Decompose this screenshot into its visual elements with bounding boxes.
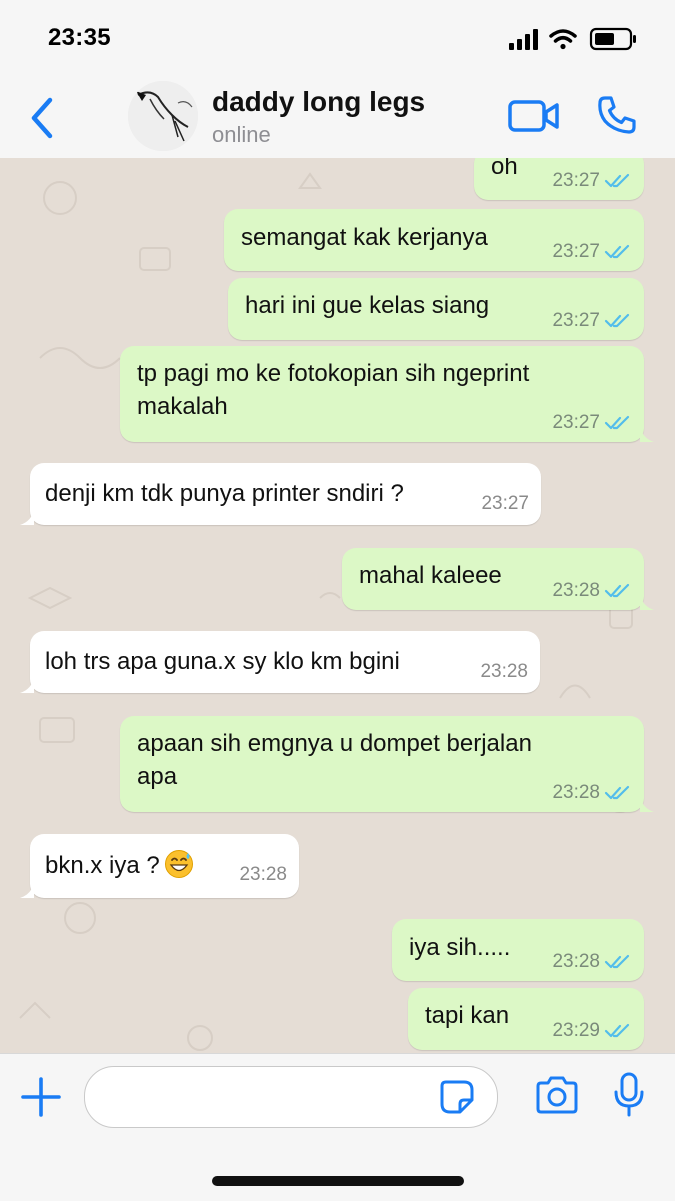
- message-time: 23:28: [239, 864, 287, 885]
- message-text: semangat kak kerjanya: [241, 224, 488, 251]
- message-outgoing[interactable]: tapi kan 23:29: [408, 988, 644, 1050]
- message-time: 23:29: [552, 1020, 600, 1041]
- message-text: denji km tdk punya printer sndiri ?: [45, 480, 404, 507]
- message-outgoing[interactable]: semangat kak kerjanya 23:27: [224, 209, 644, 271]
- status-bar: 23:35: [0, 0, 675, 78]
- message-time: 23:28: [552, 580, 600, 601]
- read-ticks-icon: [604, 173, 630, 188]
- message-text-content: bkn.x iya ?: [45, 852, 160, 879]
- message-time: 23:27: [552, 241, 600, 262]
- bubble-tail: [640, 796, 654, 812]
- message-time: 23:27: [552, 310, 600, 331]
- camera-icon[interactable]: [534, 1076, 580, 1114]
- message-text: hari ini gue kelas siang: [245, 292, 490, 319]
- read-ticks-icon: [604, 415, 630, 430]
- message-time: 23:27: [552, 412, 600, 433]
- status-icons: [509, 27, 636, 51]
- bubble-tail: [20, 882, 34, 898]
- message-time: 23:28: [480, 661, 528, 682]
- message-time: 23:27: [481, 493, 529, 514]
- avatar-sketch-icon: [128, 81, 198, 151]
- read-ticks-icon: [604, 244, 630, 259]
- message-incoming[interactable]: loh trs apa guna.x sy klo km bgini 23:28: [20, 631, 540, 693]
- bubble-tail: [20, 509, 34, 525]
- chat-area[interactable]: oh 23:27 semangat kak kerjanya 23:27 har…: [0, 158, 675, 1053]
- message-outgoing[interactable]: oh 23:27: [474, 158, 644, 200]
- grinning-sweat-emoji: [164, 850, 193, 878]
- message-incoming[interactable]: denji km tdk punya printer sndiri ? 23:2…: [20, 463, 541, 525]
- microphone-icon[interactable]: [612, 1072, 646, 1118]
- message-text: tapi kan: [425, 1002, 510, 1029]
- wifi-icon: [549, 29, 577, 50]
- message-time: 23:28: [552, 951, 600, 972]
- composer-bar: [0, 1053, 675, 1201]
- message-text: loh trs apa guna.x sy klo km bgini: [45, 648, 400, 675]
- sticker-icon[interactable]: [440, 1080, 474, 1114]
- avatar[interactable]: [128, 81, 198, 151]
- message-outgoing[interactable]: apaan sih emgnya u dompet berjalan apa 2…: [120, 716, 654, 812]
- message-text: oh: [491, 158, 518, 180]
- plus-icon[interactable]: [20, 1076, 62, 1118]
- message-time: 23:28: [552, 782, 600, 803]
- message-text: iya sih.....: [409, 934, 511, 961]
- message-text: mahal kaleee: [359, 562, 502, 589]
- read-ticks-icon: [604, 583, 630, 598]
- message-text: bkn.x iya ?: [45, 849, 194, 882]
- phone-icon[interactable]: [596, 94, 638, 136]
- message-outgoing[interactable]: mahal kaleee 23:28: [342, 548, 654, 610]
- message-text: tp pagi mo ke fotokopian sih ngeprint: [137, 360, 530, 387]
- message-outgoing[interactable]: iya sih..... 23:28: [392, 919, 644, 981]
- read-ticks-icon: [604, 785, 630, 800]
- back-button[interactable]: [26, 96, 58, 140]
- message-incoming[interactable]: bkn.x iya ? 23:28: [20, 834, 299, 898]
- video-call-icon[interactable]: [508, 98, 560, 134]
- contact-status: online: [212, 122, 271, 147]
- contact-name[interactable]: daddy long legs: [212, 86, 425, 118]
- bubble-tail: [640, 594, 654, 610]
- message-outgoing[interactable]: hari ini gue kelas siang 23:27: [228, 278, 644, 340]
- home-indicator[interactable]: [212, 1176, 464, 1186]
- message-text: apa: [137, 763, 178, 790]
- bubble-tail: [20, 677, 34, 693]
- chat-header: daddy long legs online: [0, 78, 675, 159]
- read-ticks-icon: [604, 313, 630, 328]
- message-time: 23:27: [552, 170, 600, 191]
- signal-icon: [509, 29, 538, 50]
- message-input[interactable]: [84, 1066, 498, 1128]
- message-outgoing[interactable]: tp pagi mo ke fotokopian sih ngeprint ma…: [120, 346, 654, 442]
- message-text: apaan sih emgnya u dompet berjalan: [137, 730, 532, 757]
- status-time: 23:35: [48, 24, 111, 51]
- battery-icon: [589, 27, 636, 51]
- read-ticks-icon: [604, 1023, 630, 1038]
- message-text: makalah: [137, 393, 228, 420]
- read-ticks-icon: [604, 954, 630, 969]
- bubble-tail: [640, 426, 654, 442]
